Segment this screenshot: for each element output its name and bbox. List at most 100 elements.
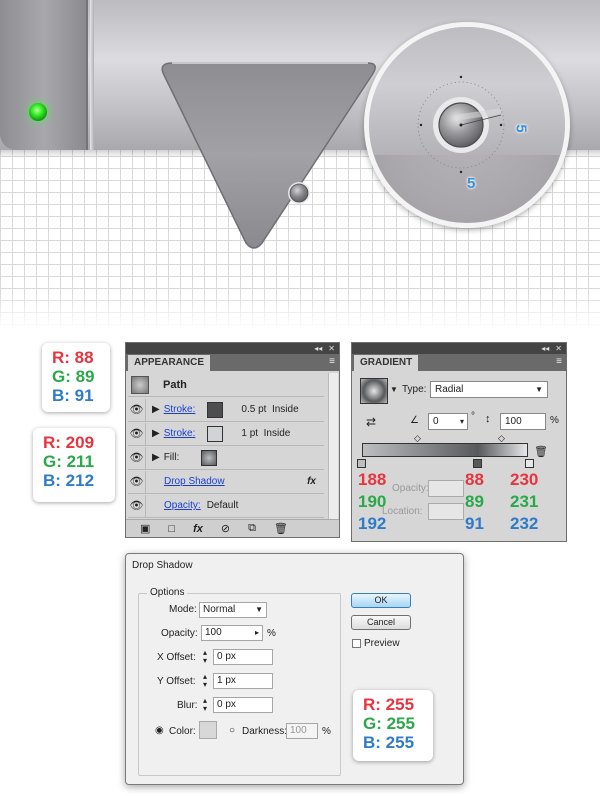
gradient-stop-right[interactable]	[525, 459, 534, 468]
stop1-red: 188	[358, 470, 387, 489]
stroke-swatch[interactable]	[207, 401, 224, 418]
collapse-icon[interactable]: ◂◂	[314, 344, 322, 353]
darkness-value: 100	[290, 725, 307, 736]
duplicate-icon[interactable]: ⧉	[248, 522, 256, 535]
aspect-ratio-icon: ↕	[485, 413, 491, 425]
stepper-icon[interactable]: ▴ ▾	[203, 673, 207, 689]
angle-input[interactable]: 0 ▾	[428, 413, 468, 430]
y-offset-input[interactable]: 1 px	[213, 673, 273, 689]
panel-menu-icon[interactable]: ≡	[556, 356, 562, 367]
darkness-radio[interactable]: ○	[229, 725, 235, 736]
stroke-value: 0.5 pt Inside	[241, 404, 299, 415]
shadow-color-swatch[interactable]	[199, 721, 217, 739]
darkness-unit: %	[322, 726, 331, 737]
triangle-bracket	[161, 62, 376, 249]
appearance-drop-shadow-row[interactable]: 👁 Drop Shadow fx	[128, 470, 324, 494]
opacity-unit: %	[267, 628, 276, 639]
stop2-red: 88	[465, 470, 484, 489]
drop-shadow-link[interactable]: Drop Shadow	[164, 476, 225, 487]
drop-shadow-dialog: Drop Shadow Options Mode: Normal ▼ Opaci…	[125, 553, 464, 785]
visibility-eye-icon[interactable]: 👁	[128, 446, 146, 469]
chevron-down-icon: ▾	[459, 417, 464, 426]
panel-menu-icon[interactable]: ≡	[329, 356, 335, 367]
no-entry-icon[interactable]: ⊘	[221, 522, 230, 535]
close-icon[interactable]: ✕	[328, 344, 335, 353]
clear-icon[interactable]: □	[168, 523, 175, 535]
visibility-eye-icon[interactable]: 👁	[128, 422, 146, 445]
stepper-icon[interactable]: ▴ ▾	[203, 649, 207, 665]
stroke-link[interactable]: Stroke:	[164, 404, 196, 415]
blue-value: B: 255	[363, 733, 415, 752]
trash-icon[interactable]: 🗑	[534, 445, 548, 458]
appearance-opacity-row[interactable]: 👁 Opacity: Default	[128, 494, 324, 518]
color-swatch-light: R: 209 G: 211 B: 212	[33, 428, 115, 502]
new-item-icon[interactable]: ▣	[140, 522, 150, 535]
gradient-stop-middle[interactable]	[473, 459, 482, 468]
mode-label: Mode:	[169, 604, 197, 615]
gradient-panel: ◂◂ ✕ GRADIENT ≡ ▼ Type: Radial ▼ ⇄ ∠ 0 ▾…	[351, 342, 567, 542]
green-led	[29, 103, 47, 121]
stroke-link[interactable]: Stroke:	[164, 428, 196, 439]
stop3-blue: 232	[510, 514, 539, 533]
expand-triangle-icon[interactable]: ▶	[152, 452, 160, 463]
chevron-down-icon[interactable]: ▼	[390, 385, 398, 394]
mode-value: Normal	[203, 604, 236, 615]
y-offset-label: Y Offset:	[157, 676, 196, 687]
fx-icon[interactable]: fx	[193, 523, 203, 535]
fill-swatch[interactable]	[201, 449, 218, 466]
stepper-icon[interactable]: ▴ ▾	[203, 697, 207, 713]
expand-triangle-icon[interactable]: ▶	[152, 428, 160, 439]
color-label: Color:	[169, 726, 196, 737]
appearance-fill-row[interactable]: 👁 ▶ Fill:	[128, 446, 324, 470]
end-cap-highlight	[90, 0, 94, 150]
opacity-label: Opacity:	[161, 628, 198, 639]
stroke-swatch[interactable]	[207, 425, 224, 442]
mode-select[interactable]: Normal ▼	[199, 602, 267, 618]
blur-input[interactable]: 0 px	[213, 697, 273, 713]
gradient-slider[interactable]	[362, 443, 528, 457]
panel-titlebar[interactable]: ◂◂ ✕	[352, 343, 566, 354]
percent-symbol: %	[550, 415, 559, 426]
opacity-link[interactable]: Opacity:	[164, 500, 201, 511]
tab-appearance[interactable]: APPEARANCE	[128, 355, 211, 371]
color-swatch-white: R: 255 G: 255 B: 255	[353, 690, 433, 761]
appearance-path-row[interactable]: Path	[128, 373, 324, 397]
visibility-eye-icon[interactable]: 👁	[128, 398, 146, 421]
ok-button[interactable]: OK	[351, 593, 411, 608]
panel-titlebar[interactable]: ◂◂ ✕	[126, 343, 339, 354]
cancel-button[interactable]: Cancel	[351, 615, 411, 630]
stroke-value: 1 pt Inside	[241, 428, 291, 439]
appearance-stroke-row-2[interactable]: 👁 ▶ Stroke: 1 pt Inside	[128, 422, 324, 446]
appearance-panel: ◂◂ ✕ APPEARANCE ≡ Path 👁 ▶ Stroke: 0.5 p…	[125, 342, 340, 538]
reverse-gradient-icon[interactable]: ⇄	[366, 415, 376, 429]
gradient-preview-swatch[interactable]	[360, 378, 388, 404]
magnified-screw	[417, 75, 505, 174]
x-offset-input[interactable]: 0 px	[213, 649, 273, 665]
collapse-icon[interactable]: ◂◂	[541, 344, 549, 353]
panel-tab-strip: APPEARANCE ≡	[126, 354, 339, 371]
visibility-eye-icon[interactable]: 👁	[128, 494, 146, 517]
aspect-ratio-input[interactable]: 100	[500, 413, 546, 430]
dialog-title: Drop Shadow	[132, 560, 193, 571]
angle-icon: ∠	[410, 415, 419, 426]
visibility-eye-icon[interactable]: 👁	[128, 470, 146, 493]
tab-gradient[interactable]: GRADIENT	[354, 355, 419, 371]
close-icon[interactable]: ✕	[555, 344, 562, 353]
trash-icon[interactable]: 🗑	[274, 522, 288, 535]
appearance-stroke-row-1[interactable]: 👁 ▶ Stroke: 0.5 pt Inside	[128, 398, 324, 422]
type-label: Type:	[402, 384, 427, 395]
preview-checkbox[interactable]	[352, 639, 361, 648]
y-offset-value: 1 px	[217, 675, 236, 686]
gradient-location-input	[428, 503, 464, 520]
path-thumbnail	[131, 375, 149, 394]
panel-scrollbar[interactable]	[328, 373, 338, 519]
opacity-input[interactable]: 100 ▸	[201, 625, 263, 641]
gradient-type-select[interactable]: Radial ▼	[430, 381, 548, 398]
aspect-ratio-value: 100	[505, 416, 522, 427]
red-value: R: 209	[43, 433, 95, 452]
fx-icon: fx	[307, 476, 316, 487]
gradient-stop-left[interactable]	[357, 459, 366, 468]
color-radio[interactable]: ◉	[155, 725, 164, 736]
red-value: R: 255	[363, 695, 415, 714]
expand-triangle-icon[interactable]: ▶	[152, 404, 160, 415]
